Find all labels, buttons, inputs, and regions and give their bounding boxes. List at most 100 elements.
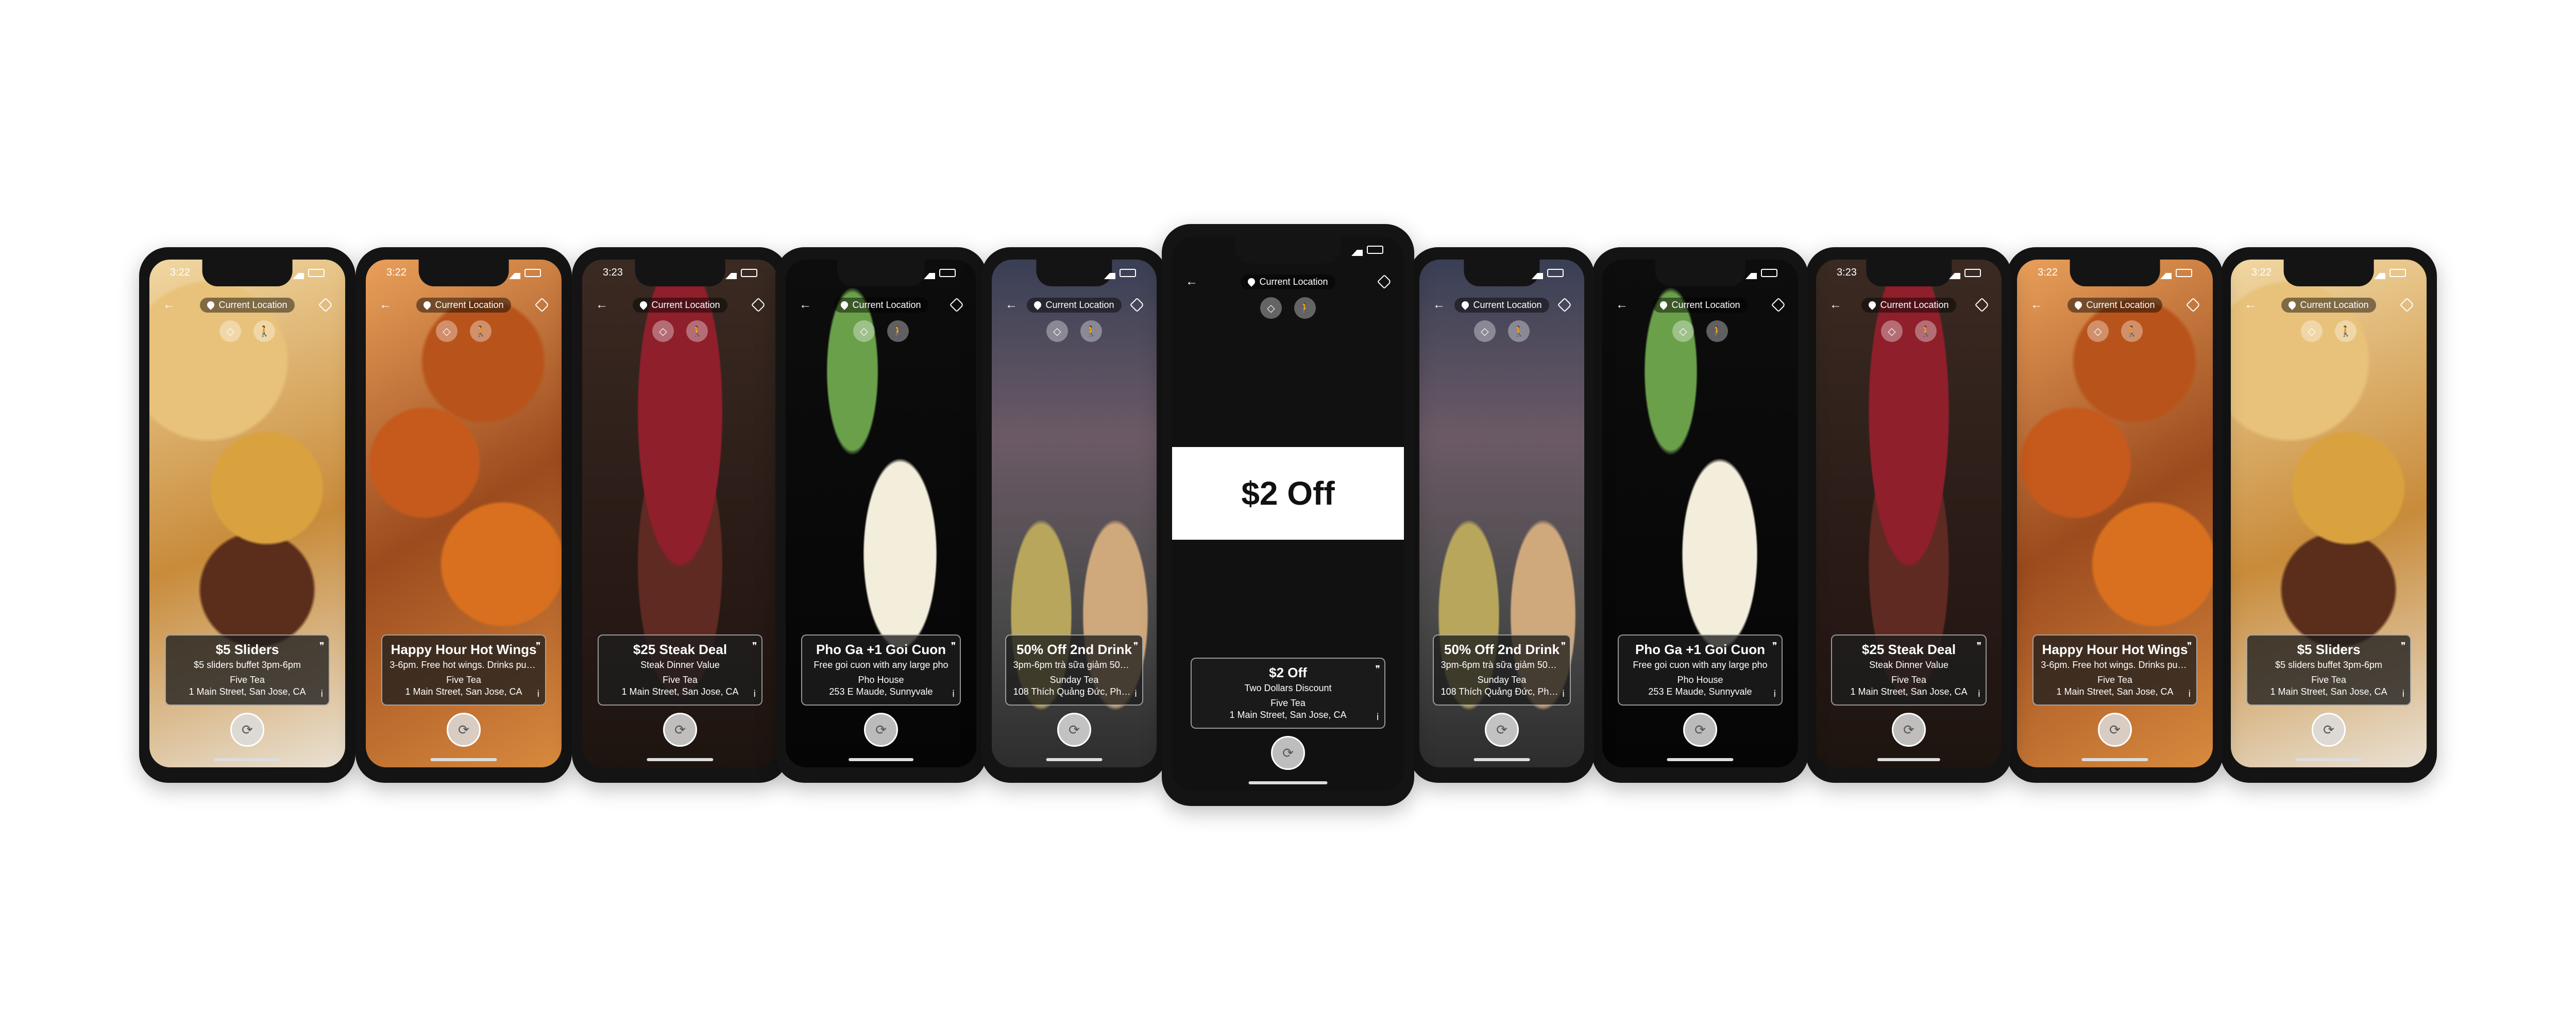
back-arrow-icon[interactable]: ← bbox=[1826, 296, 1845, 314]
tag-icon[interactable] bbox=[1973, 296, 1991, 314]
deal-filter-tag-icon[interactable]: ◇ bbox=[219, 320, 241, 342]
deal-card[interactable]: Happy Hour Hot Wings 3-6pm. Free hot wing… bbox=[381, 634, 546, 706]
info-icon[interactable]: ⅰ bbox=[2187, 689, 2192, 699]
deal-filter-tag-icon[interactable]: ◇ bbox=[2301, 320, 2323, 342]
tag-icon[interactable] bbox=[1555, 296, 1574, 314]
quote-icon[interactable]: ❞ bbox=[1133, 641, 1139, 651]
walking-icon[interactable]: 🚶 bbox=[686, 320, 708, 342]
quote-icon[interactable]: ❞ bbox=[951, 641, 956, 651]
info-icon[interactable]: ⅰ bbox=[1561, 689, 1566, 699]
tag-icon[interactable] bbox=[947, 296, 966, 314]
deal-card[interactable]: Pho Ga +1 Goi Cuon Free goi cuon with any… bbox=[1618, 634, 1783, 706]
back-arrow-icon[interactable]: ← bbox=[796, 296, 815, 314]
redeem-icon[interactable]: ⟳ bbox=[2312, 713, 2346, 747]
back-arrow-icon[interactable]: ← bbox=[160, 296, 178, 314]
location-selector[interactable]: Current Location bbox=[2067, 297, 2162, 313]
walking-icon[interactable]: 🚶 bbox=[887, 320, 909, 342]
redeem-icon[interactable]: ⟳ bbox=[1485, 713, 1519, 747]
deal-filter-tag-icon[interactable]: ◇ bbox=[436, 320, 457, 342]
top-nav: ← Current Location bbox=[1613, 295, 1788, 315]
back-arrow-icon[interactable]: ← bbox=[1430, 296, 1448, 314]
info-icon[interactable]: ⅰ bbox=[752, 689, 757, 699]
deal-card[interactable]: 50% Off 2nd Drink 3pm-6pm trà sữa giảm 50… bbox=[1432, 634, 1571, 706]
quote-icon[interactable]: ❞ bbox=[2187, 641, 2192, 651]
redeem-icon[interactable]: ⟳ bbox=[1057, 713, 1091, 747]
deal-card[interactable]: 50% Off 2nd Drink 3pm-6pm trà sữa giảm 50… bbox=[1005, 634, 1144, 706]
back-arrow-icon[interactable]: ← bbox=[1182, 272, 1201, 291]
info-icon[interactable]: ⅰ bbox=[1977, 689, 1982, 699]
deal-filter-tag-icon[interactable]: ◇ bbox=[853, 320, 875, 342]
redeem-icon[interactable]: ⟳ bbox=[2098, 713, 2132, 747]
quote-icon[interactable]: ❞ bbox=[319, 641, 325, 651]
info-icon[interactable]: ⅰ bbox=[319, 689, 325, 699]
tag-icon[interactable] bbox=[1375, 272, 1394, 291]
tag-icon[interactable] bbox=[316, 296, 335, 314]
deal-card[interactable]: $2 Off Two Dollars Discount Five Tea 1 Main… bbox=[1191, 658, 1385, 729]
walking-icon[interactable]: 🚶 bbox=[1508, 320, 1530, 342]
location-selector[interactable]: Current Location bbox=[633, 297, 727, 313]
tag-icon[interactable] bbox=[533, 296, 551, 314]
deal-filter-tag-icon[interactable]: ◇ bbox=[1672, 320, 1694, 342]
quote-icon[interactable]: ❞ bbox=[1561, 641, 1566, 651]
redeem-icon[interactable]: ⟳ bbox=[663, 713, 697, 747]
redeem-icon[interactable]: ⟳ bbox=[1892, 713, 1926, 747]
back-arrow-icon[interactable]: ← bbox=[592, 296, 611, 314]
back-arrow-icon[interactable]: ← bbox=[1002, 296, 1021, 314]
location-selector[interactable]: Current Location bbox=[1241, 274, 1335, 289]
redeem-icon[interactable]: ⟳ bbox=[864, 713, 898, 747]
deal-filter-tag-icon[interactable]: ◇ bbox=[2087, 320, 2109, 342]
redeem-icon[interactable]: ⟳ bbox=[447, 713, 481, 747]
deal-card[interactable]: $25 Steak Deal Steak Dinner Value Five Tea… bbox=[1831, 634, 1987, 706]
location-selector[interactable]: Current Location bbox=[834, 297, 928, 313]
location-selector[interactable]: Current Location bbox=[416, 297, 511, 313]
tag-icon[interactable] bbox=[1128, 296, 1146, 314]
walking-icon[interactable]: 🚶 bbox=[253, 320, 275, 342]
location-selector[interactable]: Current Location bbox=[1454, 297, 1549, 313]
walking-icon[interactable]: 🚶 bbox=[2335, 320, 2357, 342]
deal-filter-tag-icon[interactable]: ◇ bbox=[1260, 297, 1282, 319]
info-icon[interactable]: ⅰ bbox=[1772, 689, 1777, 699]
walking-icon[interactable]: 🚶 bbox=[1294, 297, 1316, 319]
info-icon[interactable]: ⅰ bbox=[2401, 689, 2406, 699]
deal-card[interactable]: Pho Ga +1 Goi Cuon Free goi cuon with any… bbox=[801, 634, 961, 706]
info-icon[interactable]: ⅰ bbox=[951, 689, 956, 699]
walking-icon[interactable]: 🚶 bbox=[470, 320, 492, 342]
quote-icon[interactable]: ❞ bbox=[1375, 664, 1380, 675]
info-icon[interactable]: ⅰ bbox=[1375, 712, 1380, 723]
redeem-icon[interactable]: ⟳ bbox=[230, 713, 264, 747]
tag-icon[interactable] bbox=[749, 296, 768, 314]
walking-icon[interactable]: 🚶 bbox=[1915, 320, 1937, 342]
quote-icon[interactable]: ❞ bbox=[752, 641, 757, 651]
deal-card[interactable]: $5 Sliders $5 sliders buffet 3pm-6pm Five … bbox=[2246, 634, 2411, 706]
info-icon[interactable]: ⅰ bbox=[536, 689, 541, 699]
back-arrow-icon[interactable]: ← bbox=[2241, 296, 2260, 314]
deal-filter-tag-icon[interactable]: ◇ bbox=[652, 320, 674, 342]
redeem-icon[interactable]: ⟳ bbox=[1271, 736, 1305, 770]
location-selector[interactable]: Current Location bbox=[1027, 297, 1122, 313]
location-selector[interactable]: Current Location bbox=[1653, 297, 1748, 313]
info-icon[interactable]: ⅰ bbox=[1133, 689, 1139, 699]
quote-icon[interactable]: ❞ bbox=[1977, 641, 1982, 651]
quote-icon[interactable]: ❞ bbox=[536, 641, 541, 651]
tag-icon[interactable] bbox=[1769, 296, 1788, 314]
back-arrow-icon[interactable]: ← bbox=[376, 296, 395, 314]
walking-icon[interactable]: 🚶 bbox=[1080, 320, 1102, 342]
back-arrow-icon[interactable]: ← bbox=[2027, 296, 2046, 314]
deal-card[interactable]: $25 Steak Deal Steak Dinner Value Five Tea… bbox=[598, 634, 762, 706]
deal-card[interactable]: $5 Sliders $5 sliders buffet 3pm-6pm Five … bbox=[165, 634, 330, 706]
quote-icon[interactable]: ❞ bbox=[1772, 641, 1777, 651]
walking-icon[interactable]: 🚶 bbox=[1706, 320, 1728, 342]
location-selector[interactable]: Current Location bbox=[2281, 297, 2376, 313]
deal-filter-tag-icon[interactable]: ◇ bbox=[1474, 320, 1496, 342]
deal-card[interactable]: Happy Hour Hot Wings 3-6pm. Free hot wing… bbox=[2032, 634, 2197, 706]
back-arrow-icon[interactable]: ← bbox=[1613, 296, 1631, 314]
location-selector[interactable]: Current Location bbox=[1861, 297, 1956, 313]
location-selector[interactable]: Current Location bbox=[200, 297, 295, 313]
redeem-icon[interactable]: ⟳ bbox=[1683, 713, 1717, 747]
deal-filter-tag-icon[interactable]: ◇ bbox=[1881, 320, 1903, 342]
walking-icon[interactable]: 🚶 bbox=[2121, 320, 2143, 342]
tag-icon[interactable] bbox=[2398, 296, 2416, 314]
deal-filter-tag-icon[interactable]: ◇ bbox=[1046, 320, 1068, 342]
tag-icon[interactable] bbox=[2184, 296, 2202, 314]
quote-icon[interactable]: ❞ bbox=[2401, 641, 2406, 651]
